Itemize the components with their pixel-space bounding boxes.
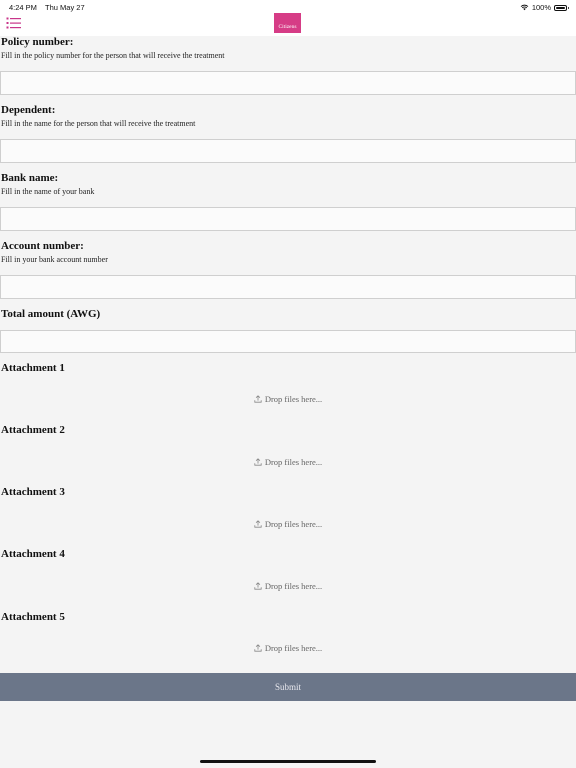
app-header: Citizens [0, 13, 576, 36]
submit-button[interactable]: Submit [0, 673, 576, 701]
dependent-help: Fill in the name for the person that wil… [1, 119, 196, 128]
status-left: 4:24 PM Thu May 27 [9, 3, 85, 12]
upload-icon [254, 520, 262, 528]
home-indicator [200, 760, 376, 763]
attachment-4-drop-text: Drop files here... [264, 581, 323, 591]
battery-percent: 100% [531, 3, 551, 12]
bank-name-input[interactable] [0, 207, 576, 231]
battery-icon [554, 4, 569, 11]
upload-icon [254, 395, 262, 403]
attachment-1-dropzone[interactable]: Drop files here... [0, 381, 576, 417]
policy-number-input[interactable] [0, 71, 576, 95]
attachment-1-drop-text: Drop files here... [264, 394, 323, 404]
account-number-input[interactable] [0, 275, 576, 299]
menu-button[interactable] [6, 16, 22, 30]
attachment-5-dropzone[interactable]: Drop files here... [0, 630, 576, 666]
status-bar: 4:24 PM Thu May 27 100% [0, 0, 576, 14]
account-number-help: Fill in your bank account number [1, 255, 108, 264]
total-amount-label: Total amount (AWG) [1, 308, 101, 320]
bank-name-label: Bank name: [1, 172, 59, 184]
upload-icon [254, 644, 262, 652]
attachment-2-drop-text: Drop files here... [264, 457, 323, 467]
status-right: 100% [520, 3, 569, 12]
attachment-5-label: Attachment 5 [1, 611, 65, 623]
attachment-4-label: Attachment 4 [1, 548, 65, 560]
attachment-5-drop-text: Drop files here... [264, 643, 323, 653]
attachment-4-dropzone[interactable]: Drop files here... [0, 568, 576, 604]
policy-number-help: Fill in the policy number for the person… [1, 51, 225, 60]
upload-icon [254, 582, 262, 590]
status-date: Thu May 27 [45, 3, 85, 12]
attachment-2-dropzone[interactable]: Drop files here... [0, 444, 576, 480]
attachment-2-label: Attachment 2 [1, 424, 65, 436]
dependent-label: Dependent: [1, 104, 56, 116]
citizens-logo: Citizens [274, 13, 301, 33]
logo-text: Citizens [278, 24, 297, 30]
attachment-3-drop-text: Drop files here... [264, 519, 323, 529]
upload-icon [254, 458, 262, 466]
menu-icon [6, 17, 21, 29]
wifi-icon [520, 4, 529, 11]
status-time: 4:24 PM [9, 3, 37, 12]
attachment-3-dropzone[interactable]: Drop files here... [0, 506, 576, 542]
total-amount-input[interactable] [0, 330, 576, 353]
policy-number-label: Policy number: [1, 36, 74, 48]
attachment-3-label: Attachment 3 [1, 486, 65, 498]
account-number-label: Account number: [1, 240, 84, 252]
bank-name-help: Fill in the name of your bank [1, 187, 95, 196]
dependent-input[interactable] [0, 139, 576, 163]
attachment-1-label: Attachment 1 [1, 362, 65, 374]
